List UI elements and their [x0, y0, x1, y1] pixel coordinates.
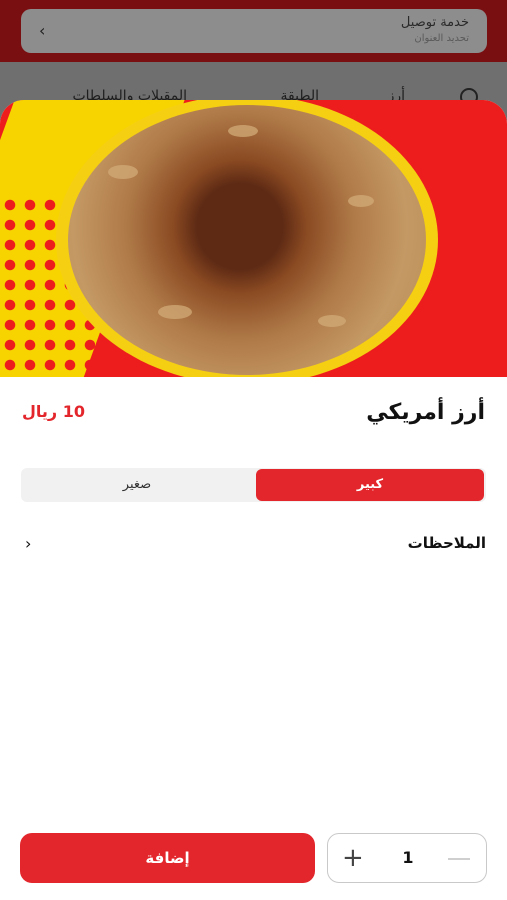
plus-icon[interactable]: +	[342, 844, 364, 872]
product-image	[0, 100, 507, 377]
notes-row[interactable]: الملاحظات ›	[21, 530, 486, 560]
size-selector: كبير صغير	[21, 468, 486, 502]
chevron-left-icon: ‹	[39, 21, 46, 40]
notes-label: الملاحظات	[407, 534, 486, 552]
add-to-cart-button[interactable]: إضافة	[20, 833, 315, 883]
background-header: ‹ خدمة توصيل تحديد العنوان	[0, 0, 507, 62]
delivery-subtitle: تحديد العنوان	[414, 33, 469, 44]
chevron-right-icon: ›	[25, 534, 32, 553]
product-sheet: أرز أمريكي 10 ريال كبير صغير الملاحظات ›…	[0, 100, 507, 900]
delivery-service-card[interactable]: ‹ خدمة توصيل تحديد العنوان	[21, 9, 487, 53]
minus-icon[interactable]	[448, 858, 470, 860]
product-name: أرز أمريكي	[366, 400, 485, 425]
delivery-title: خدمة توصيل	[400, 15, 469, 30]
quantity-value: 1	[402, 848, 414, 867]
product-price: 10 ريال	[22, 402, 85, 421]
size-option-small[interactable]: صغير	[21, 468, 253, 502]
size-option-large[interactable]: كبير	[256, 469, 484, 501]
quantity-stepper: + 1	[327, 833, 487, 883]
rice-dish	[68, 105, 426, 375]
